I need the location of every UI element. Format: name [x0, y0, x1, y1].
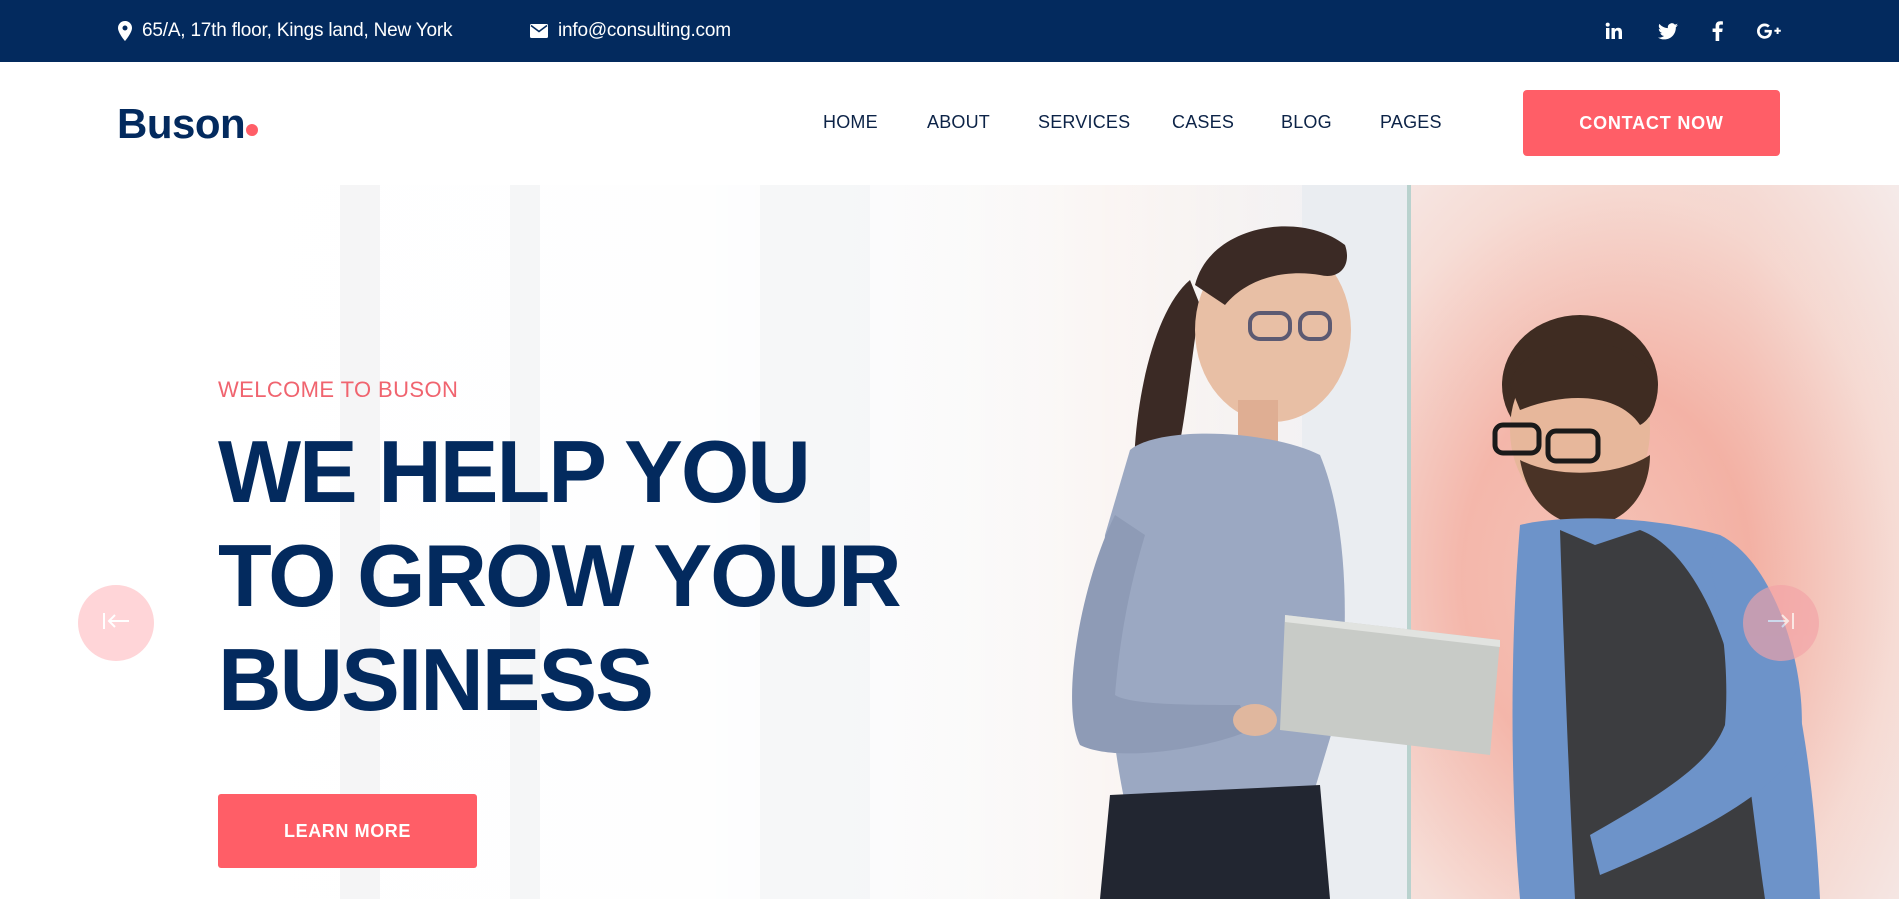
arrow-right-icon — [1766, 610, 1796, 637]
linkedin-icon[interactable] — [1601, 18, 1627, 44]
headline-line-1: WE HELP YOU — [218, 422, 811, 521]
nav-services[interactable]: SERVICES — [1038, 112, 1130, 133]
headline-line-3: BUSINESS — [218, 630, 654, 729]
arrow-left-icon — [101, 610, 131, 637]
map-pin-icon — [118, 21, 132, 41]
hero-headline: WE HELP YOU TO GROW YOUR BUSINESS — [218, 420, 902, 732]
email-info[interactable]: info@consulting.com — [530, 0, 731, 62]
headline-line-2: TO GROW YOUR — [218, 526, 902, 625]
nav-about[interactable]: ABOUT — [927, 112, 990, 133]
site-header: Buson HOME ABOUT SERVICES CASES BLOG PAG… — [0, 62, 1899, 185]
top-bar: 65/A, 17th floor, Kings land, New York i… — [0, 0, 1899, 62]
hero-slider: WELCOME TO BUSON WE HELP YOU TO GROW YOU… — [0, 185, 1899, 899]
woman-figure — [1072, 226, 1500, 899]
address-info: 65/A, 17th floor, Kings land, New York — [118, 0, 453, 62]
twitter-icon[interactable] — [1655, 18, 1681, 44]
welcome-tagline: WELCOME TO BUSON — [218, 377, 459, 402]
nav-cases[interactable]: CASES — [1172, 112, 1234, 133]
learn-more-button[interactable]: LEARN MORE — [218, 794, 477, 868]
nav-pages[interactable]: PAGES — [1380, 112, 1442, 133]
contact-now-button[interactable]: CONTACT NOW — [1523, 90, 1780, 156]
nav-home[interactable]: HOME — [823, 112, 878, 133]
logo-dot — [246, 124, 258, 136]
nav-blog[interactable]: BLOG — [1281, 112, 1332, 133]
email-text[interactable]: info@consulting.com — [558, 20, 731, 42]
slider-next-button[interactable] — [1743, 585, 1819, 661]
google-plus-icon[interactable] — [1756, 18, 1782, 44]
envelope-icon — [530, 24, 548, 38]
address-text: 65/A, 17th floor, Kings land, New York — [142, 20, 453, 41]
logo[interactable]: Buson — [117, 100, 246, 148]
facebook-icon[interactable] — [1704, 18, 1730, 44]
slider-prev-button[interactable] — [78, 585, 154, 661]
